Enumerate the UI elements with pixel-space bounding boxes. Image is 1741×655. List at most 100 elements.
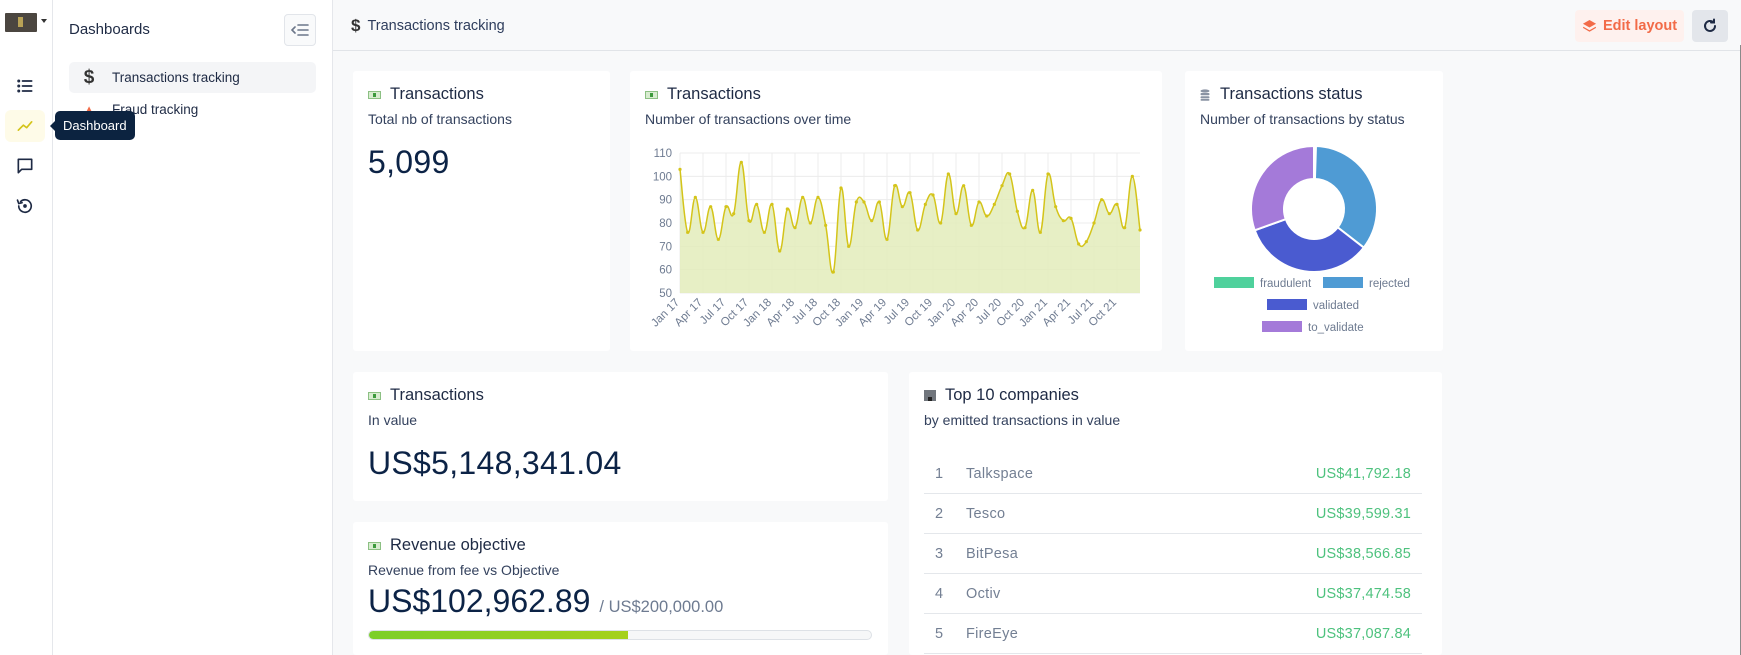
y-tick-label: 90 [659, 195, 672, 207]
chat-icon [17, 158, 33, 174]
line-chart-svg: 5060708090100110Jan 17Apr 17Jul 17Oct 17… [649, 148, 1142, 330]
revenue-progress-fill [369, 631, 628, 639]
pie-slice-rejected [1313, 144, 1378, 250]
transactions-value-amount: US$5,148,341.04 [368, 445, 622, 481]
edit-layout-button[interactable]: Edit layout [1575, 10, 1684, 42]
cash-icon [368, 391, 381, 400]
card-subtitle: Number of transactions over time [645, 111, 852, 127]
total-transactions-value: 5,099 [368, 144, 450, 180]
data-point [762, 230, 766, 234]
card-title: Transactions [368, 386, 873, 405]
legend-label: fraudulent [1260, 278, 1312, 290]
data-point [739, 160, 743, 164]
data-point [839, 186, 843, 190]
data-point [808, 221, 812, 225]
cash-icon [645, 90, 658, 99]
data-point [954, 212, 958, 216]
data-point [747, 219, 751, 223]
workspace-logo[interactable] [5, 13, 37, 32]
rail-item-dashboard[interactable] [5, 110, 45, 142]
dollar-icon: $ [83, 66, 95, 88]
revenue-objective-value: / US$200,000.00 [599, 598, 724, 616]
rail-item-list[interactable] [5, 70, 45, 102]
rail-item-history[interactable] [5, 190, 45, 222]
collapse-menu-icon [291, 24, 309, 36]
rail-item-chat[interactable] [5, 150, 45, 182]
data-point [923, 202, 927, 206]
data-point [977, 200, 981, 204]
card-total-transactions: Transactions Total nb of transactions 5,… [353, 71, 610, 351]
table-row[interactable]: 2 Tesco US$39,599.31 [924, 494, 1422, 534]
table-row[interactable]: 5 FireEye US$37,087.84 [924, 614, 1422, 654]
building-icon [924, 390, 936, 401]
data-point [908, 191, 912, 195]
table-row[interactable]: 1 Talkspace US$41,792.18 [924, 454, 1422, 494]
data-point [1046, 172, 1050, 176]
card-subtitle: by emitted transactions in value [924, 412, 1121, 428]
y-tick-label: 70 [659, 241, 672, 253]
y-tick-label: 80 [659, 218, 672, 230]
refresh-icon [1704, 18, 1716, 32]
table-row[interactable]: 4 Octiv US$37,474.58 [924, 574, 1422, 614]
y-tick-label: 60 [659, 265, 672, 277]
data-point [939, 221, 943, 225]
data-point [1061, 219, 1065, 223]
data-point [1031, 188, 1035, 192]
data-point [785, 207, 789, 211]
card-subtitle: In value [368, 412, 418, 428]
data-point [801, 195, 805, 199]
card-revenue-objective: Revenue objective Revenue from fee vs Ob… [353, 522, 888, 655]
top-companies-table: 1 Talkspace US$41,792.18 2 Tesco US$39,599.3… [924, 454, 1422, 654]
data-point [985, 214, 989, 218]
data-point [1130, 174, 1134, 178]
revenue-values: US$102,962.89 / US$200,000.00 [368, 583, 873, 620]
data-point [693, 195, 697, 199]
sidebar-item-transactions-tracking[interactable]: $ Transactions tracking [69, 62, 316, 93]
revenue-value: US$102,962.89 [368, 583, 591, 619]
data-point [992, 202, 996, 206]
card-subtitle: Revenue from fee vs Objective [368, 562, 560, 578]
cash-icon [368, 541, 381, 550]
transactions-line-chart[interactable]: 50 60 70 80 90 100 110 Jan 17 Apr 17 Jul 17 Oct 17… [630, 139, 1162, 371]
data-point [893, 184, 897, 188]
data-point [1069, 216, 1073, 220]
card-subtitle: Total nb of transactions [368, 111, 512, 127]
data-point [755, 202, 759, 206]
database-icon [1200, 88, 1210, 101]
data-point [969, 223, 973, 227]
legend-label: to_validate [1308, 322, 1364, 334]
card-title: Top 10 companies [924, 386, 1427, 405]
status-donut-chart[interactable]: fraudulent rejected validated to_validate [1185, 139, 1443, 351]
table-row[interactable]: 3 BitPesa US$38,566.85 [924, 534, 1422, 574]
data-point [1138, 228, 1142, 232]
data-point [885, 237, 889, 241]
data-point [900, 205, 904, 209]
data-point [793, 226, 797, 230]
chevron-down-icon[interactable] [41, 19, 47, 23]
card-transactions-status: Transactions status Number of transactio… [1185, 71, 1443, 351]
data-point [732, 212, 736, 216]
data-point [1115, 202, 1119, 206]
data-point [946, 172, 950, 176]
y-tick-label: 110 [654, 148, 672, 160]
pie-slice-to_validate [1250, 144, 1315, 232]
data-point [1038, 230, 1042, 234]
dashboards-sidebar: Dashboards $ Transactions tracking ▲ Fra… [53, 0, 333, 655]
collapse-sidebar-button[interactable] [284, 14, 316, 46]
revenue-progress-bar [368, 630, 872, 640]
data-point [701, 230, 705, 234]
data-point [854, 200, 858, 204]
history-icon [16, 198, 33, 214]
data-point [1084, 240, 1088, 244]
data-point [831, 270, 835, 274]
data-point [1092, 221, 1096, 225]
data-point [778, 249, 782, 253]
legend-swatch [1323, 277, 1363, 288]
refresh-button[interactable] [1692, 10, 1728, 42]
data-point [709, 205, 713, 209]
legend-label: rejected [1369, 278, 1410, 290]
data-point [1023, 226, 1027, 230]
legend-label: validated [1313, 300, 1359, 312]
page-header: $ Transactions tracking Edit layout [333, 0, 1741, 51]
data-point [1008, 172, 1012, 176]
